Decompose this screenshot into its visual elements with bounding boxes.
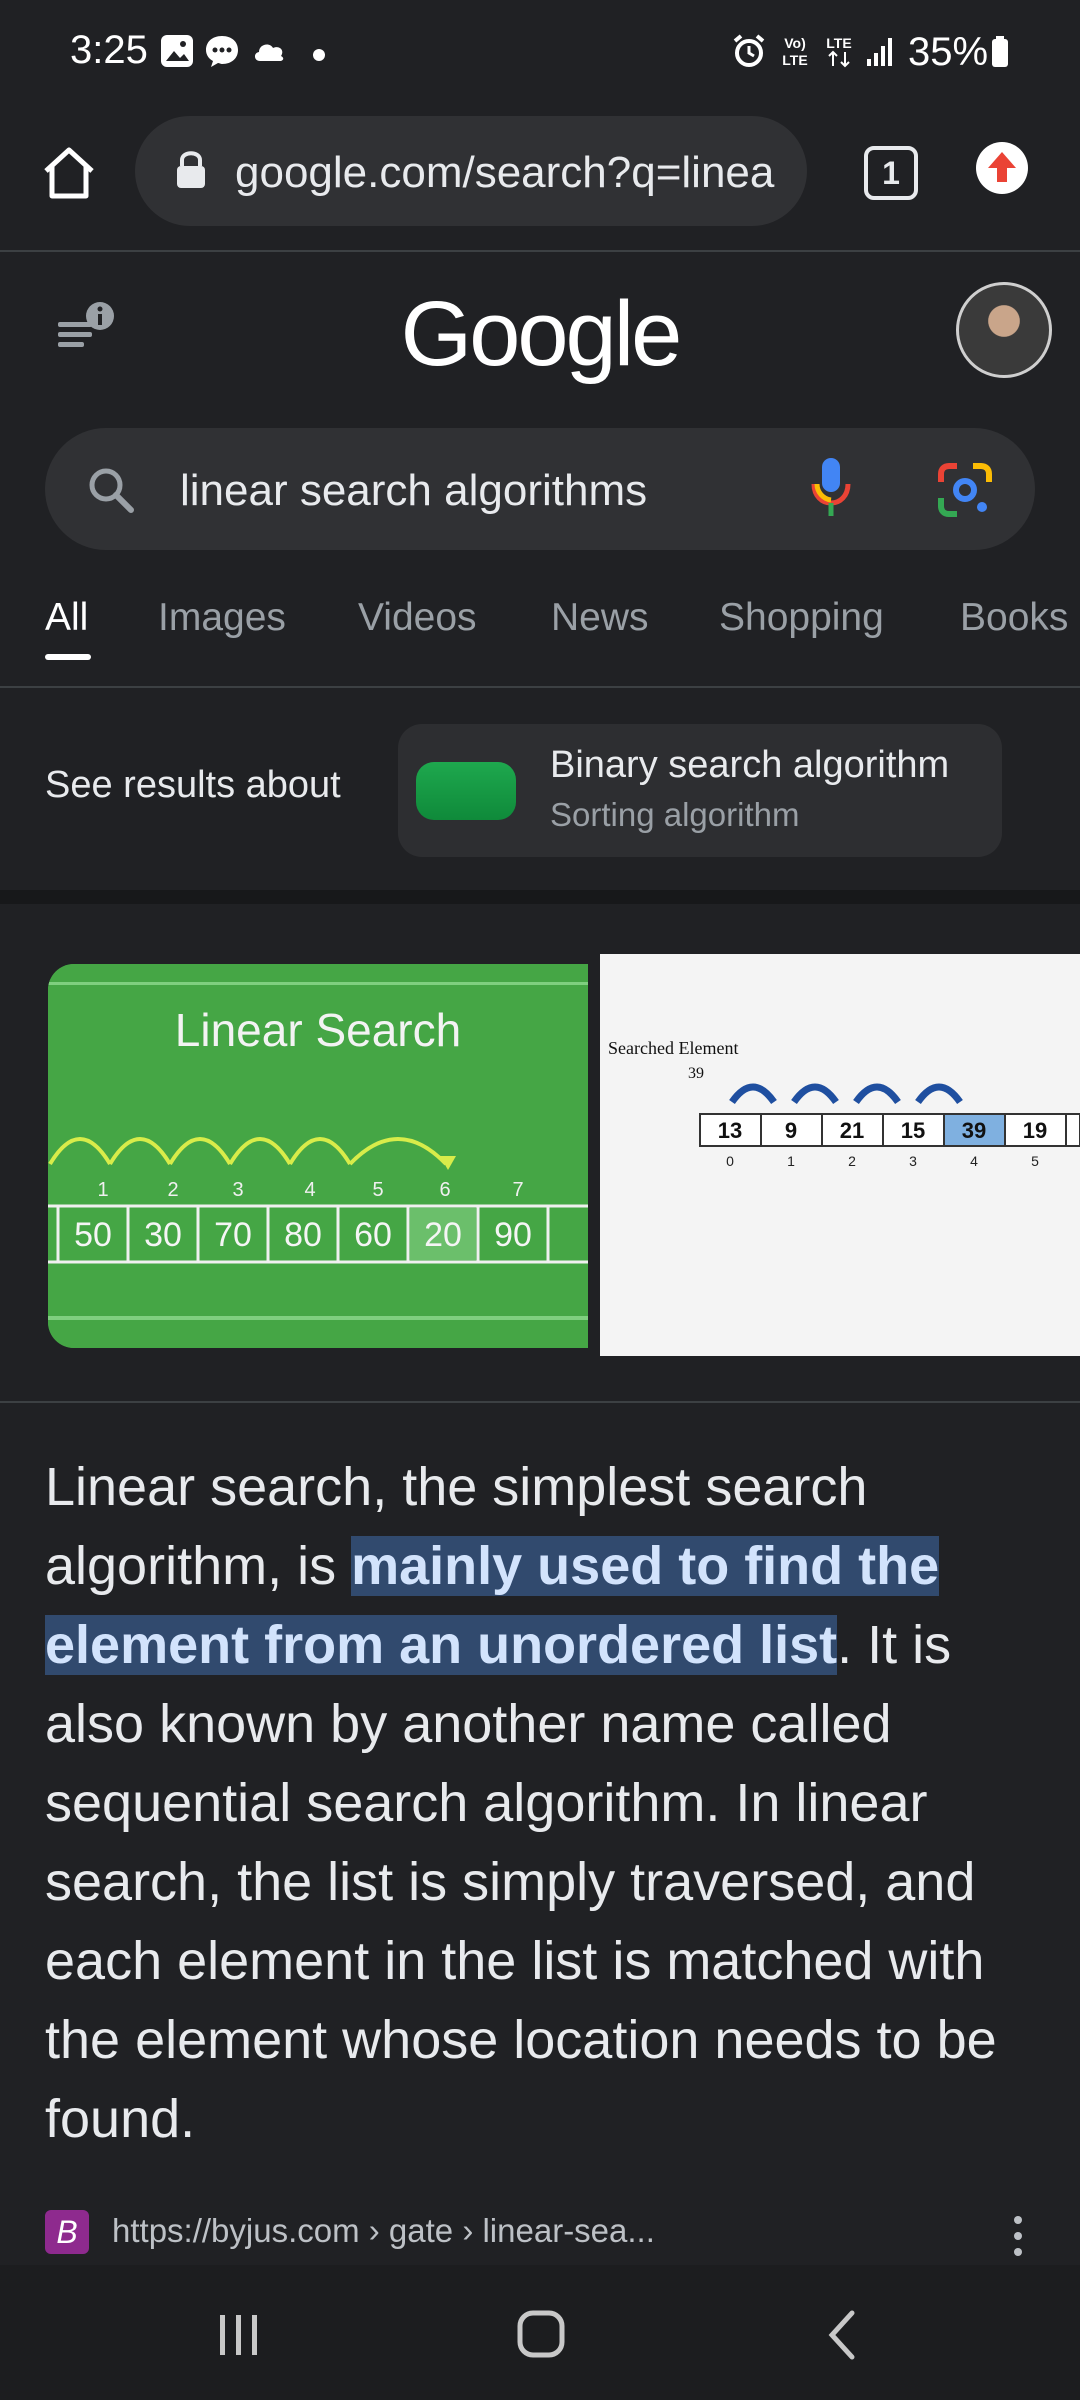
svg-text:LTE: LTE: [782, 52, 807, 68]
more-options-icon[interactable]: [1005, 2206, 1031, 2266]
index-label: 4: [970, 1153, 978, 1169]
signal-icon: [867, 38, 892, 66]
url-text[interactable]: google.com/search?q=linea: [235, 148, 785, 198]
entity-thumbnail: [416, 762, 516, 820]
svg-text:LTE: LTE: [826, 35, 851, 51]
battery-percent: 35%: [908, 30, 989, 74]
index-label: 5: [1031, 1153, 1039, 1169]
array-value: 15: [901, 1118, 925, 1143]
result-image-linear-search[interactable]: Linear Search 1 2 3 4 5 6 7 50 30 70 80 …: [48, 964, 588, 1348]
array-value: 39: [962, 1118, 986, 1143]
address-bar[interactable]: google.com/search?q=linea: [135, 116, 807, 226]
array-value: 90: [494, 1216, 532, 1254]
index-label: 0: [726, 1153, 734, 1169]
tab-images[interactable]: Images: [158, 596, 286, 640]
source-url-link[interactable]: https://byjus.com › gate › linear-sea...: [112, 2212, 655, 2250]
battery-icon: [992, 36, 1008, 67]
index-label: 5: [372, 1179, 383, 1201]
tab-books[interactable]: Books: [960, 596, 1068, 640]
divider: [0, 686, 1080, 688]
image1-title: Linear Search: [175, 1004, 461, 1056]
array-value: 9: [785, 1118, 797, 1143]
linear-search-diagram: Linear Search 1 2 3 4 5 6 7 50 30 70 80 …: [48, 964, 588, 1348]
message-icon: [206, 36, 238, 67]
entity-title: Binary search algorithm: [550, 744, 950, 786]
array-value: 60: [354, 1216, 392, 1254]
index-label: 1: [97, 1179, 108, 1201]
tab-all[interactable]: All: [45, 596, 88, 640]
status-bar: 3:25 Vo) LTE LTE 35%: [0, 0, 1080, 110]
status-time: 3:25: [70, 28, 148, 72]
tab-videos[interactable]: Videos: [358, 596, 477, 640]
image2-target: 39: [688, 1065, 704, 1082]
system-navigation-bar: [0, 2265, 1080, 2400]
tab-shopping[interactable]: Shopping: [719, 596, 884, 640]
gallery-icon: [161, 35, 193, 67]
array-value: 80: [284, 1216, 322, 1254]
index-label: 3: [232, 1179, 243, 1201]
alarm-icon: [733, 34, 765, 67]
array-value: 30: [144, 1216, 182, 1254]
lock-icon[interactable]: [173, 148, 209, 192]
search-box[interactable]: linear search algorithms: [45, 428, 1035, 550]
array-value: 70: [214, 1216, 252, 1254]
featured-snippet-text: Linear search, the simplest search algor…: [45, 1448, 1045, 2159]
array-value: 19: [1023, 1118, 1047, 1143]
index-label: 6: [439, 1179, 450, 1201]
divider: [0, 1401, 1080, 1403]
svg-text:Vo): Vo): [784, 35, 806, 51]
section-separator: [0, 890, 1080, 904]
snippet-text: . It is also known by another name calle…: [45, 1615, 997, 2149]
see-results-label: See results about: [45, 764, 341, 806]
index-label: 4: [304, 1179, 315, 1201]
update-button[interactable]: [976, 142, 1028, 194]
volte-icon: Vo)LTE: [782, 35, 807, 68]
browser-toolbar: google.com/search?q=linea 1: [0, 110, 1080, 252]
entity-subtitle: Sorting algorithm: [550, 796, 800, 833]
array-value: 50: [74, 1216, 112, 1254]
tab-news[interactable]: News: [551, 596, 649, 640]
cloud-icon: [254, 44, 284, 61]
array-value: 20: [424, 1216, 462, 1254]
google-logo: Google: [400, 283, 683, 385]
home-icon[interactable]: [40, 144, 98, 202]
searched-element-diagram: Searched Element 39 13 9 21 15 39 19 0 1…: [600, 954, 1080, 1356]
home-nav-icon[interactable]: [516, 2309, 566, 2359]
index-label: 7: [512, 1179, 523, 1201]
microphone-icon[interactable]: [809, 456, 853, 522]
index-label: 2: [167, 1179, 178, 1201]
avatar[interactable]: [956, 282, 1052, 378]
entity-card[interactable]: Binary search algorithm Sorting algorith…: [398, 724, 1002, 857]
dot-icon: [313, 49, 325, 61]
back-icon[interactable]: [822, 2309, 862, 2361]
array-value: 13: [718, 1118, 742, 1143]
index-label: 1: [787, 1153, 795, 1169]
active-tab-indicator: [45, 654, 91, 660]
image2-label: Searched Element: [608, 1038, 738, 1058]
array-value: 21: [840, 1118, 864, 1143]
site-favicon[interactable]: B: [45, 2210, 89, 2254]
index-label: 3: [909, 1153, 917, 1169]
google-lens-icon[interactable]: [937, 462, 993, 518]
result-image-searched-element[interactable]: Searched Element 39 13 9 21 15 39 19 0 1…: [600, 954, 1080, 1356]
search-icon: [89, 468, 134, 513]
lte-icon: LTE: [826, 35, 852, 68]
update-arrow-icon: [988, 152, 1016, 182]
index-label: 2: [848, 1153, 856, 1169]
search-input[interactable]: linear search algorithms: [180, 466, 647, 516]
recent-apps-icon[interactable]: [214, 2313, 264, 2357]
tab-switcher-button[interactable]: 1: [864, 146, 918, 200]
